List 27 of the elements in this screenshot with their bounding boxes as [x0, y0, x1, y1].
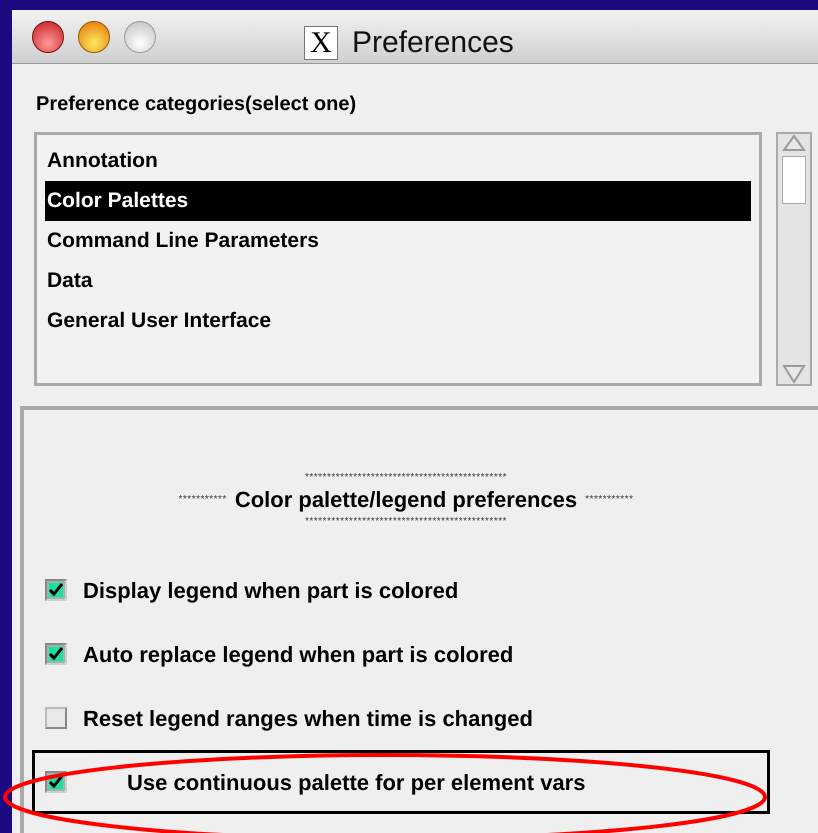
- asterisk-rule: **********************************************: [304, 516, 507, 528]
- minimize-button[interactable]: [78, 20, 110, 52]
- scroll-thumb[interactable]: [782, 156, 806, 204]
- asterisk-rule: ***********: [585, 494, 634, 506]
- checkbox[interactable]: [45, 643, 67, 665]
- list-item[interactable]: Command Line Parameters: [45, 221, 751, 261]
- checkbox[interactable]: [45, 707, 67, 729]
- list-label: Preference categories(select one): [36, 93, 356, 115]
- option-label: Auto replace legend when part is colored: [83, 640, 514, 669]
- list-item[interactable]: Color Palettes: [45, 181, 751, 221]
- section-title: Color palette/legend preferences: [234, 486, 578, 514]
- scroll-down-icon[interactable]: [782, 364, 806, 384]
- asterisk-rule: **********************************************: [304, 472, 507, 484]
- close-button[interactable]: [32, 20, 64, 52]
- checkbox[interactable]: [45, 579, 67, 601]
- app-badge: X: [304, 26, 338, 60]
- scrollbar[interactable]: [776, 132, 812, 386]
- option-label: Reset legend ranges when time is changed: [83, 704, 533, 733]
- list-item[interactable]: Data: [45, 261, 751, 301]
- asterisk-rule: ***********: [178, 494, 227, 506]
- window-title: Preferences: [352, 25, 514, 61]
- zoom-button[interactable]: [124, 20, 156, 52]
- list-item[interactable]: General User Interface: [45, 301, 751, 341]
- list-item[interactable]: Annotation: [45, 141, 751, 181]
- option-label: Display legend when part is colored: [83, 576, 458, 605]
- scroll-up-icon[interactable]: [782, 134, 806, 152]
- option-label: Use continuous palette for per element vars: [127, 768, 586, 797]
